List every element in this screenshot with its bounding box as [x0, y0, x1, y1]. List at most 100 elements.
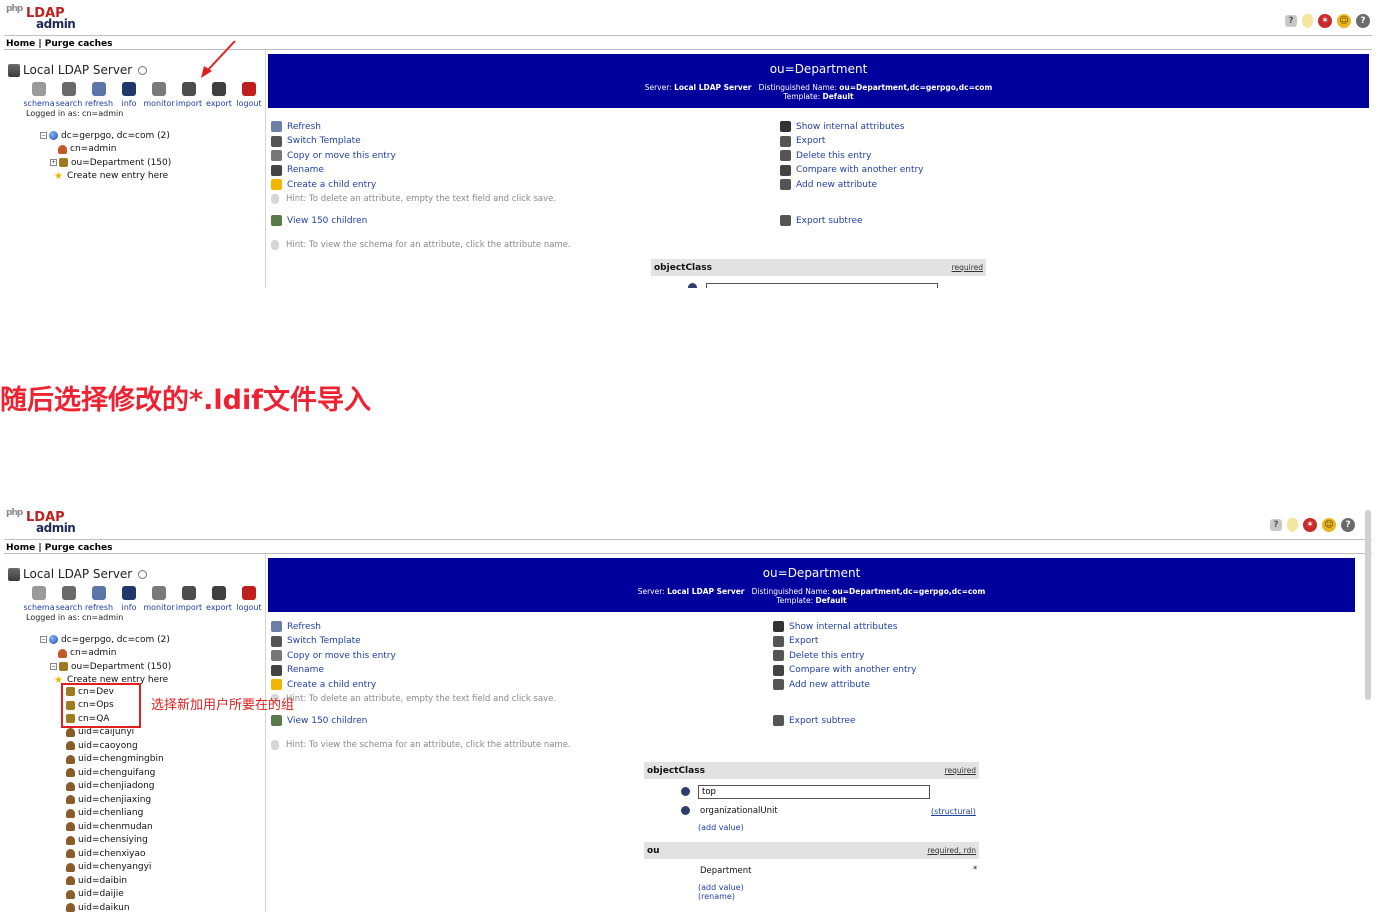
action-copy-or-move-this-entrylink[interactable]: Copy or move this entry — [271, 650, 396, 661]
tree-node[interactable]: uid=daijie — [66, 888, 124, 901]
action-create-a-child-entrylink[interactable]: Create a child entry — [271, 179, 376, 190]
tree-node[interactable]: uid=chengmingbin — [66, 753, 164, 766]
home-link[interactable]: Home — [6, 39, 35, 49]
toolbar-export-button[interactable]: export — [204, 82, 234, 108]
action-add-new-attributelink[interactable]: Add new attribute — [780, 179, 877, 190]
action-show-internal-attributeslink[interactable]: Show internal attributes — [780, 121, 904, 132]
support-icon[interactable]: ? — [1341, 518, 1355, 532]
action-compare-with-another-entrylink[interactable]: Compare with another entry — [780, 164, 924, 176]
action-delete-this-entrylink[interactable]: Delete this entry — [780, 150, 872, 161]
tree-node[interactable]: uid=daibin — [66, 874, 127, 887]
purge-caches-link[interactable]: Purge caches — [45, 39, 113, 49]
tree-node[interactable]: uid=chenyangyi — [66, 861, 151, 874]
hint-bulb-icon[interactable] — [1302, 14, 1313, 28]
tree-node[interactable]: uid=chenjiadong — [66, 780, 155, 793]
action-icon — [773, 664, 784, 676]
add-value-link[interactable]: (add value) — [698, 823, 744, 832]
collapse-toggle-icon[interactable]: − — [50, 663, 57, 670]
toolbar-search-button[interactable]: search — [54, 586, 84, 612]
server-title[interactable]: Local LDAP Server — [8, 63, 148, 77]
action-refreshlink[interactable]: Refresh — [271, 621, 321, 632]
attr-name[interactable]: objectClass — [647, 766, 705, 776]
action-switch-templatelink[interactable]: Switch Template — [271, 135, 361, 147]
help-icon[interactable]: ? — [1270, 519, 1282, 531]
annotation-text: 选择新加用户所要在的组 — [151, 698, 295, 713]
action-renamelink[interactable]: Rename — [271, 164, 324, 176]
server-info-icon[interactable] — [138, 65, 148, 75]
action-delete-this-entrylink[interactable]: Delete this entry — [773, 650, 865, 661]
server-info-icon[interactable] — [138, 569, 148, 579]
home-link[interactable]: Home — [6, 543, 35, 553]
tree-node[interactable]: uid=caoyong — [66, 739, 138, 752]
smiley-icon[interactable]: ☺ — [1322, 518, 1336, 532]
action-exportlink[interactable]: Export — [773, 635, 818, 647]
tree-node[interactable]: − ou=Department (150) — [50, 660, 171, 673]
bug-icon[interactable]: ✶ — [1303, 518, 1317, 532]
toolbar-monitor-button[interactable]: monitor — [143, 586, 175, 612]
phpldapadmin-logo[interactable]: php LDAP admin — [6, 4, 76, 34]
objectclass-value-input[interactable] — [706, 283, 938, 288]
structural-flag[interactable]: (structural) — [931, 807, 976, 816]
export-subtree-link[interactable]: Export subtree — [780, 215, 863, 227]
tree-node[interactable]: − dc=gerpgo, dc=com (2) — [40, 129, 170, 142]
action-switch-templatelink[interactable]: Switch Template — [271, 635, 361, 647]
action-exportlink[interactable]: Export — [780, 135, 825, 147]
tree-node[interactable]: + ou=Department (150) — [50, 156, 171, 169]
action-show-internal-attributeslink[interactable]: Show internal attributes — [773, 621, 897, 632]
toolbar-schema-button[interactable]: schema — [23, 586, 55, 612]
toolbar-import-button[interactable]: import — [174, 82, 204, 108]
tree-node[interactable]: uid=chensiying — [66, 834, 148, 847]
toolbar-schema-button[interactable]: schema — [23, 82, 55, 108]
tree-node[interactable]: − dc=gerpgo, dc=com (2) — [40, 633, 170, 646]
expand-toggle-icon[interactable]: + — [50, 159, 57, 166]
help-icon[interactable]: ? — [1285, 15, 1297, 27]
action-copy-or-move-this-entrylink[interactable]: Copy or move this entry — [271, 150, 396, 161]
action-compare-with-another-entrylink[interactable]: Compare with another entry — [773, 664, 917, 676]
toolbar-refresh-button[interactable]: refresh — [84, 82, 114, 108]
tree-node[interactable]: uid=chenguifang — [66, 766, 155, 779]
scrollbar[interactable] — [1365, 510, 1371, 700]
tree-node[interactable]: cn=admin — [58, 143, 116, 156]
tree-node[interactable]: uid=chenxiyao — [66, 847, 146, 860]
action-renamelink[interactable]: Rename — [271, 664, 324, 676]
toolbar-logout-button[interactable]: logout — [234, 82, 264, 108]
action-refreshlink[interactable]: Refresh — [271, 121, 321, 132]
toolbar-search-button[interactable]: search — [54, 82, 84, 108]
collapse-toggle-icon[interactable]: − — [40, 132, 47, 139]
view-children-link[interactable]: View 150 children — [271, 715, 367, 727]
smiley-icon[interactable]: ☺ — [1337, 14, 1351, 28]
toolbar-info-button[interactable]: info — [114, 586, 144, 612]
tree-node[interactable]: uid=chenmudan — [66, 820, 153, 833]
purge-caches-link[interactable]: Purge caches — [45, 543, 113, 553]
toolbar-import-button[interactable]: import — [174, 586, 204, 612]
export-subtree-link[interactable]: Export subtree — [773, 715, 856, 727]
tree-node[interactable]: uid=chenliang — [66, 807, 143, 820]
objectclass-value-input[interactable]: top — [698, 785, 930, 799]
server-title[interactable]: Local LDAP Server — [8, 567, 148, 581]
tree-node[interactable]: uid=chenjiaxing — [66, 793, 151, 806]
attr-ou-header[interactable]: ou required, rdn — [644, 842, 979, 859]
collapse-toggle-icon[interactable]: − — [40, 636, 47, 643]
attr-objectclass-header[interactable]: objectClass required — [651, 259, 986, 276]
tree-node[interactable]: cn=admin — [58, 647, 116, 660]
tree-node[interactable]: uid=daikun — [66, 901, 130, 912]
toolbar-refresh-button[interactable]: refresh — [84, 586, 114, 612]
server-label: Server: — [637, 587, 665, 596]
attr-objectclass-header[interactable]: objectClass required — [644, 762, 979, 779]
view-children-link[interactable]: View 150 children — [271, 215, 367, 227]
attr-name[interactable]: objectClass — [654, 263, 712, 273]
hint-bulb-icon[interactable] — [1287, 518, 1298, 532]
attr-name[interactable]: ou — [647, 846, 660, 856]
bug-icon[interactable]: ✶ — [1318, 14, 1332, 28]
toolbar-logout-button[interactable]: logout — [234, 586, 264, 612]
toolbar-info-button[interactable]: info — [114, 82, 144, 108]
rename-link[interactable]: (rename) — [698, 892, 735, 901]
action-create-a-child-entrylink[interactable]: Create a child entry — [271, 679, 376, 690]
add-value-link[interactable]: (add value) — [698, 883, 744, 892]
support-icon[interactable]: ? — [1356, 14, 1370, 28]
action-add-new-attributelink[interactable]: Add new attribute — [773, 679, 870, 690]
tree-node[interactable]: ★ Create new entry here — [54, 170, 168, 183]
phpldapadmin-logo[interactable]: php LDAP admin — [6, 508, 76, 538]
toolbar-monitor-button[interactable]: monitor — [143, 82, 175, 108]
toolbar-export-button[interactable]: export — [204, 586, 234, 612]
